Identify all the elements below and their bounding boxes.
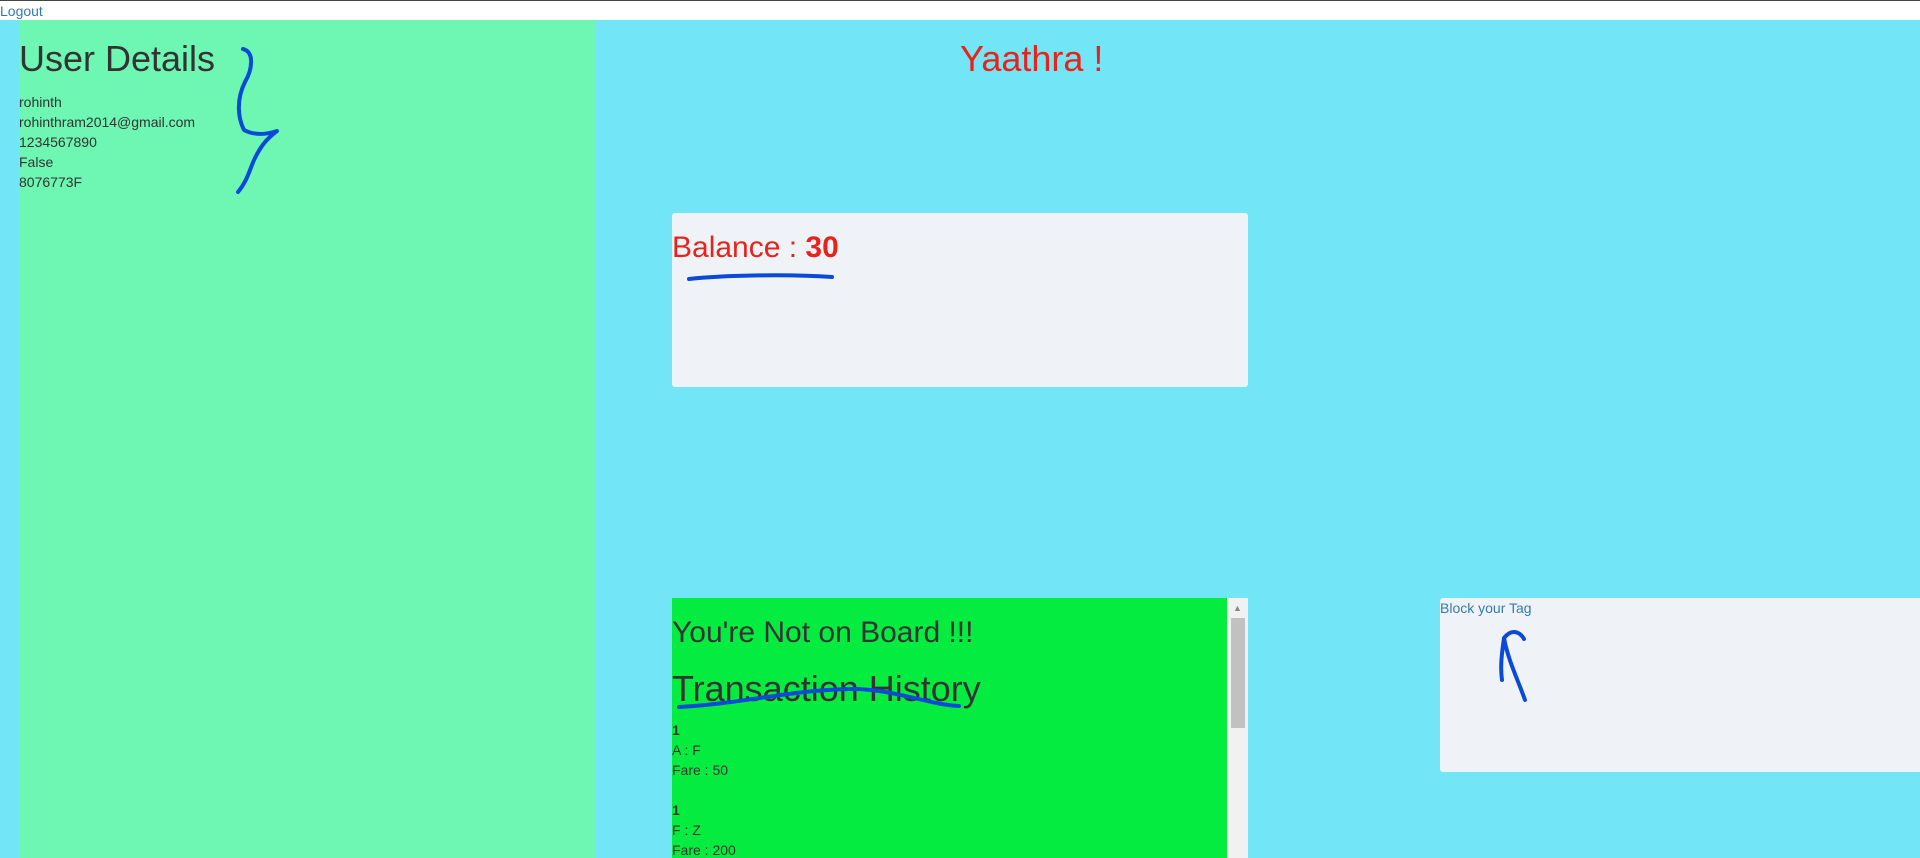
transaction-history-title: Transaction History [672, 668, 981, 709]
transaction-fare: Fare : 50 [672, 762, 729, 778]
block-tag-link[interactable]: Block your Tag [1440, 600, 1532, 616]
balance-value: 30 [805, 231, 839, 264]
transaction-route: F : Z [672, 822, 701, 838]
transaction-fare: Fare : 200 [672, 842, 736, 858]
transaction-id: 1 [672, 722, 680, 738]
balance-card: Balance : 30 [672, 213, 1248, 387]
history-content: You're Not on Board !!! Transaction Hist… [672, 598, 1227, 858]
user-details-panel: User Details rohinth rohinthram2014@gmai… [19, 20, 595, 858]
user-email: rohinthram2014@gmail.com [19, 114, 196, 130]
top-bar: Logout [0, 0, 1920, 20]
user-on-board-flag: False [19, 154, 54, 170]
transaction-item: 1 A : F Fare : 50 [672, 720, 736, 780]
transaction-route: A : F [672, 742, 701, 758]
logout-link[interactable]: Logout [0, 3, 43, 19]
scroll-up-arrow-icon[interactable]: ▲ [1227, 600, 1248, 616]
balance-display: Balance : 30 [672, 231, 839, 265]
scrollbar-thumb[interactable] [1231, 618, 1245, 728]
transaction-item: 1 F : Z Fare : 200 [672, 800, 736, 858]
history-scrollbar[interactable]: ▲ [1227, 598, 1248, 858]
main-area: User Details rohinth rohinthram2014@gmai… [0, 20, 1920, 858]
user-details-title: User Details [19, 38, 216, 79]
board-status: You're Not on Board !!! [672, 616, 974, 649]
user-fields: rohinth rohinthram2014@gmail.com 1234567… [19, 92, 195, 192]
balance-label: Balance : [672, 231, 806, 264]
user-phone: 1234567890 [19, 134, 97, 150]
transaction-list: 1 A : F Fare : 50 1 F : Z Fare : 200 [672, 720, 736, 858]
user-name: rohinth [19, 94, 62, 110]
transaction-history-panel[interactable]: You're Not on Board !!! Transaction Hist… [672, 598, 1248, 858]
app-title: Yaathra ! [960, 38, 1104, 79]
transaction-id: 1 [672, 802, 680, 818]
user-tag-id: 8076773F [19, 174, 83, 190]
block-tag-card: Block your Tag [1440, 598, 1920, 772]
